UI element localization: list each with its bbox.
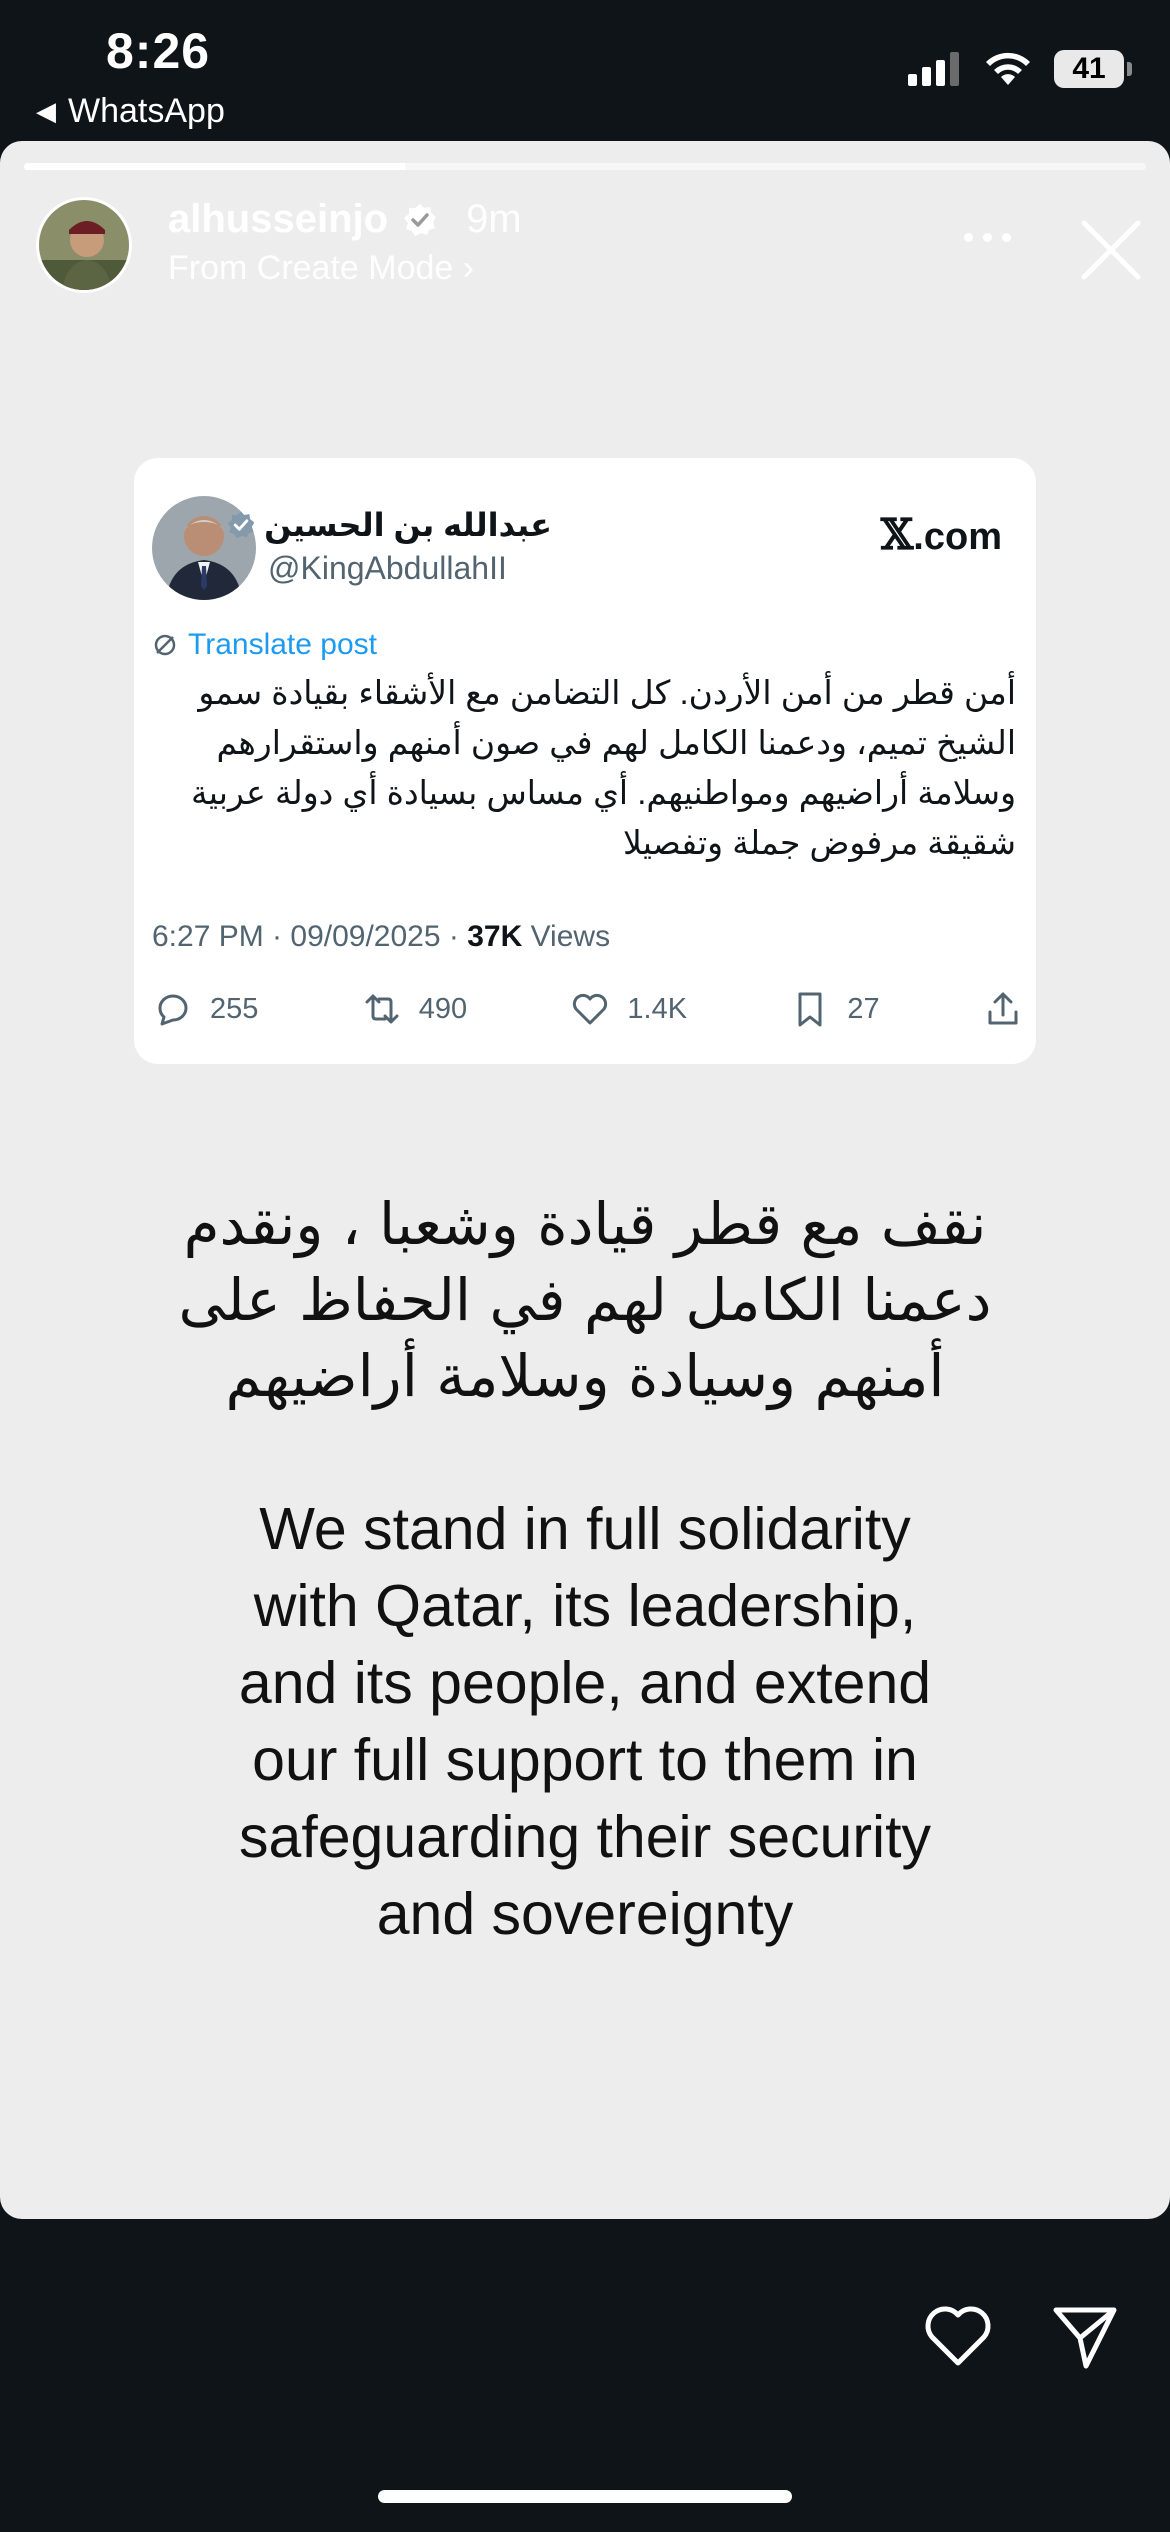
tweet-meta: 6:27 PM · 09/09/2025 · 37K Views xyxy=(152,920,610,954)
translate-icon xyxy=(154,634,176,656)
story-english-text: We stand in full solidarity with Qatar, … xyxy=(238,1496,932,1947)
home-indicator[interactable] xyxy=(378,2490,792,2503)
profile-avatar[interactable] xyxy=(36,197,132,293)
bookmark-count: 27 xyxy=(847,992,880,1025)
tweet-handle: @KingAbdullahII xyxy=(268,550,507,586)
status-indicators: 41 xyxy=(908,50,1132,88)
like-icon xyxy=(573,993,608,1025)
bookmark-button[interactable]: 27 xyxy=(789,988,880,1030)
x-com-label: .com xyxy=(913,516,1002,558)
repost-icon xyxy=(365,994,399,1024)
signal-icon xyxy=(908,52,959,86)
story-header: alhusseinjo 9m xyxy=(168,197,522,242)
back-app-label: WhatsApp xyxy=(68,92,225,130)
back-to-app-button[interactable]: ◀ WhatsApp xyxy=(36,92,225,131)
tweet-actions: 255 490 1.4K 27 xyxy=(152,988,1024,1030)
tweet-timestamp: 6:27 PM · 09/09/2025 · xyxy=(152,920,468,953)
status-time: 8:26 xyxy=(106,23,211,79)
tweet-verified-icon xyxy=(227,511,255,539)
bookmark-icon xyxy=(798,992,822,1027)
back-triangle-icon: ◀ xyxy=(36,96,56,126)
tweet-display-name-text: عبدالله بن الحسين xyxy=(264,507,552,543)
send-icon[interactable] xyxy=(1050,2302,1120,2372)
battery-indicator: 41 xyxy=(1054,50,1132,88)
x-logo-icon: 𝕏 xyxy=(880,510,914,559)
username[interactable]: alhusseinjo xyxy=(168,197,388,242)
more-options-icon[interactable] xyxy=(964,233,1011,242)
heart-icon[interactable] xyxy=(922,2303,994,2369)
story-time-ago: 9m xyxy=(466,197,522,241)
create-mode-link[interactable]: From Create Mode › xyxy=(168,249,474,288)
share-icon xyxy=(988,992,1018,1025)
tweet-body: أمن قطر من أمن الأردن. كل التضامن مع الأ… xyxy=(191,674,1016,861)
reply-icon xyxy=(158,994,188,1026)
tweet-views-label: Views xyxy=(522,920,611,953)
tweet-display-name: عبدالله بن الحسين xyxy=(226,506,552,544)
story-progress-fill xyxy=(24,163,406,170)
translate-post-link[interactable]: Translate post xyxy=(152,628,377,662)
story-arabic-text: نقف مع قطر قيادة وشعبا ، ونقدم دعمنا الك… xyxy=(178,1190,992,1410)
story-panel[interactable]: alhusseinjo 9m From Create Mode › عبدالل… xyxy=(0,141,1170,2219)
repost-button[interactable]: 490 xyxy=(361,988,467,1030)
close-icon[interactable] xyxy=(1078,217,1144,283)
reply-count: 255 xyxy=(210,992,259,1025)
tweet-card: عبدالله بن الحسين @KingAbdullahII 𝕏 .com … xyxy=(134,458,1036,1064)
wifi-icon xyxy=(986,52,1030,85)
share-button[interactable] xyxy=(982,988,1024,1030)
translate-post-label: Translate post xyxy=(188,628,377,661)
like-button[interactable]: 1.4K xyxy=(569,988,687,1030)
reply-button[interactable]: 255 xyxy=(152,988,258,1030)
tweet-views-count: 37K xyxy=(467,920,523,953)
x-com-logo: 𝕏 .com xyxy=(881,510,1002,559)
verified-icon xyxy=(404,203,437,236)
story-progress-bar xyxy=(24,163,1146,170)
repost-count: 490 xyxy=(418,992,468,1025)
like-count: 1.4K xyxy=(627,992,688,1025)
